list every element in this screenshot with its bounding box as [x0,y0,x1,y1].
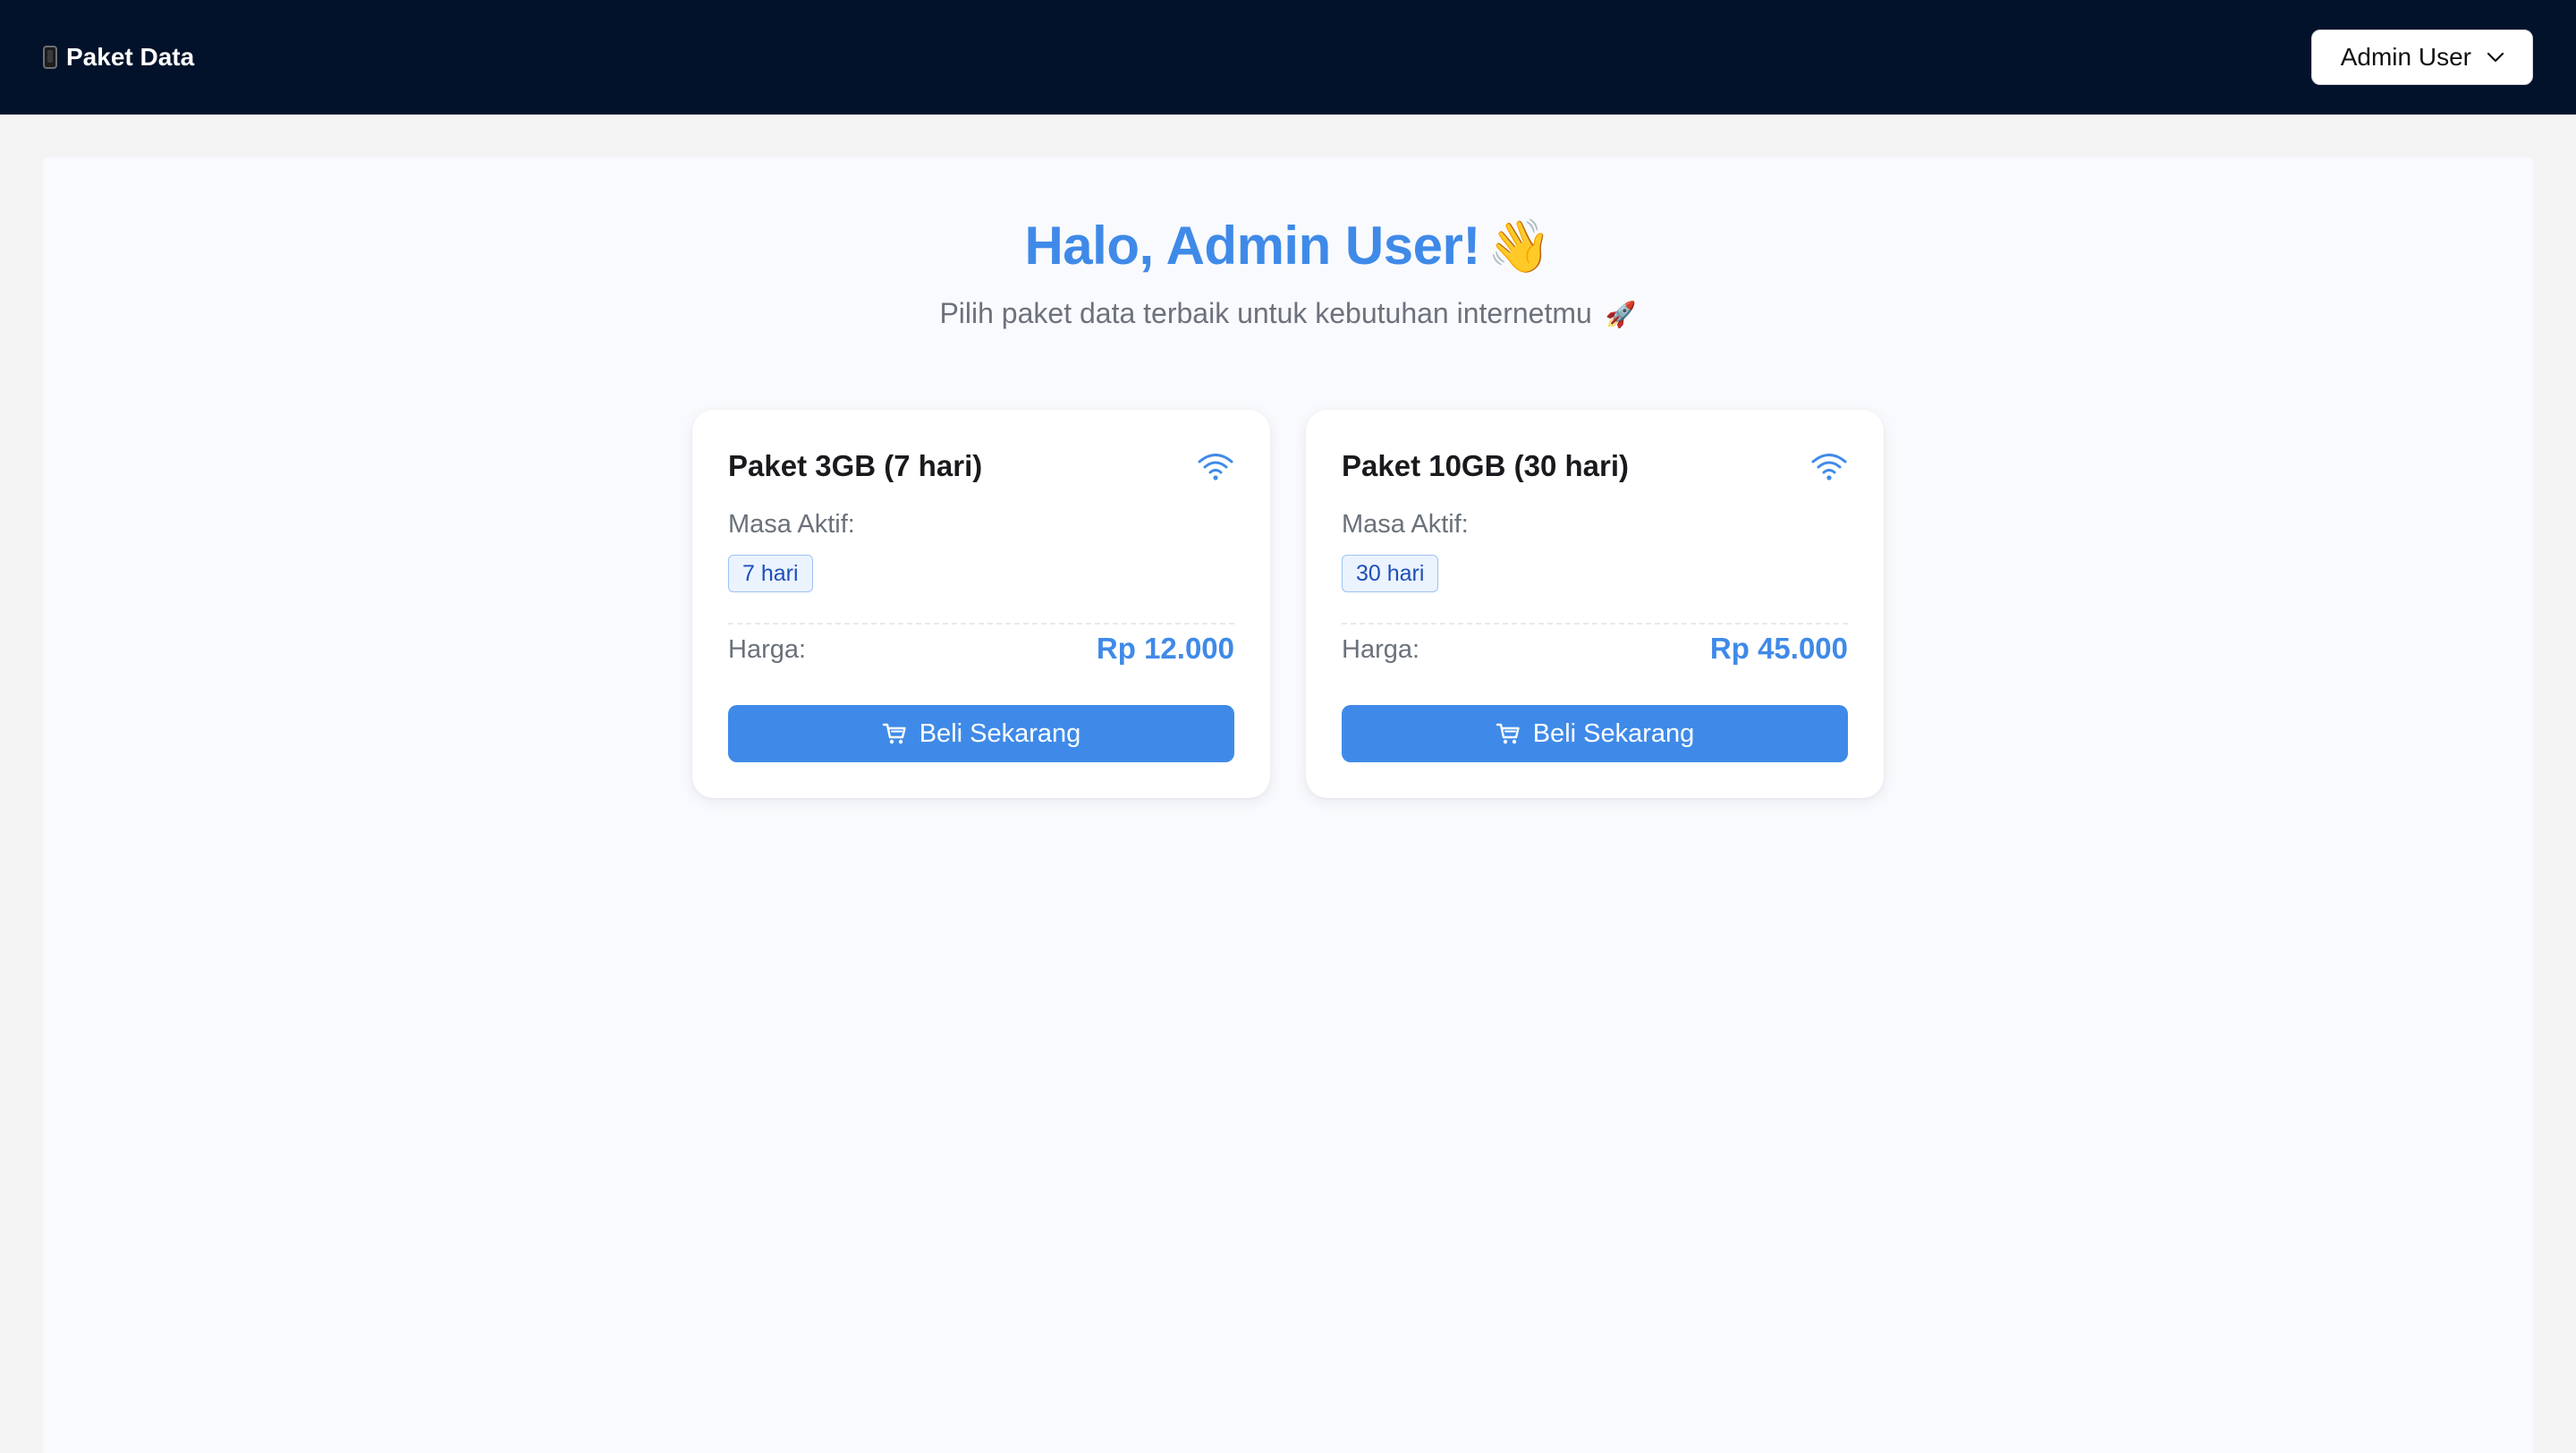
active-period-badge: 7 hari [728,555,813,592]
package-title: Paket 10GB (30 hari) [1342,449,1629,482]
brand[interactable]: Paket Data [43,43,194,72]
price-label: Harga: [728,635,807,664]
package-card: Paket 10GB (30 hari) Masa Aktif: 30 hari… [1306,410,1884,798]
user-menu-label: Admin User [2340,43,2471,71]
cart-icon [1496,723,1520,744]
waving-hand-icon: 👋 [1487,217,1552,276]
divider [728,623,1234,625]
cart-icon [882,723,906,744]
package-title: Paket 3GB (7 hari) [728,449,983,482]
price-label: Harga: [1342,635,1420,664]
divider [1342,623,1848,625]
price-value: Rp 45.000 [1709,632,1848,665]
main-content: Halo, Admin User! 👋 Pilih paket data terb… [43,157,2533,1453]
page-subtitle: Pilih paket data terbaik untuk kebutuhan… [43,297,2533,330]
active-period-badge: 30 hari [1342,555,1439,592]
page-title: Halo, Admin User! 👋 [43,215,2533,277]
active-period-label: Masa Aktif: [1342,510,1469,539]
mobile-phone-icon [43,46,57,69]
subtitle-text: Pilih paket data terbaik untuk kebutuhan… [939,297,1592,329]
buy-now-button[interactable]: Beli Sekarang [728,705,1234,762]
wifi-icon [1811,454,1847,480]
package-card: Paket 3GB (7 hari) Masa Aktif: 7 hari Ha… [692,410,1270,798]
top-navbar: Paket Data Admin User [0,0,2576,115]
price-value: Rp 12.000 [1096,632,1234,665]
buy-now-button[interactable]: Beli Sekarang [1342,705,1848,762]
brand-label: Paket Data [66,43,195,71]
buy-now-label: Beli Sekarang [1532,718,1695,748]
rocket-icon: 🚀 [1605,301,1637,328]
greeting-text: Halo, Admin User! [1024,216,1480,276]
user-menu-button[interactable]: Admin User [2310,30,2533,85]
wifi-icon [1198,454,1233,480]
chevron-down-icon [2487,52,2504,63]
buy-now-label: Beli Sekarang [919,718,1081,748]
active-period-label: Masa Aktif: [728,510,855,539]
